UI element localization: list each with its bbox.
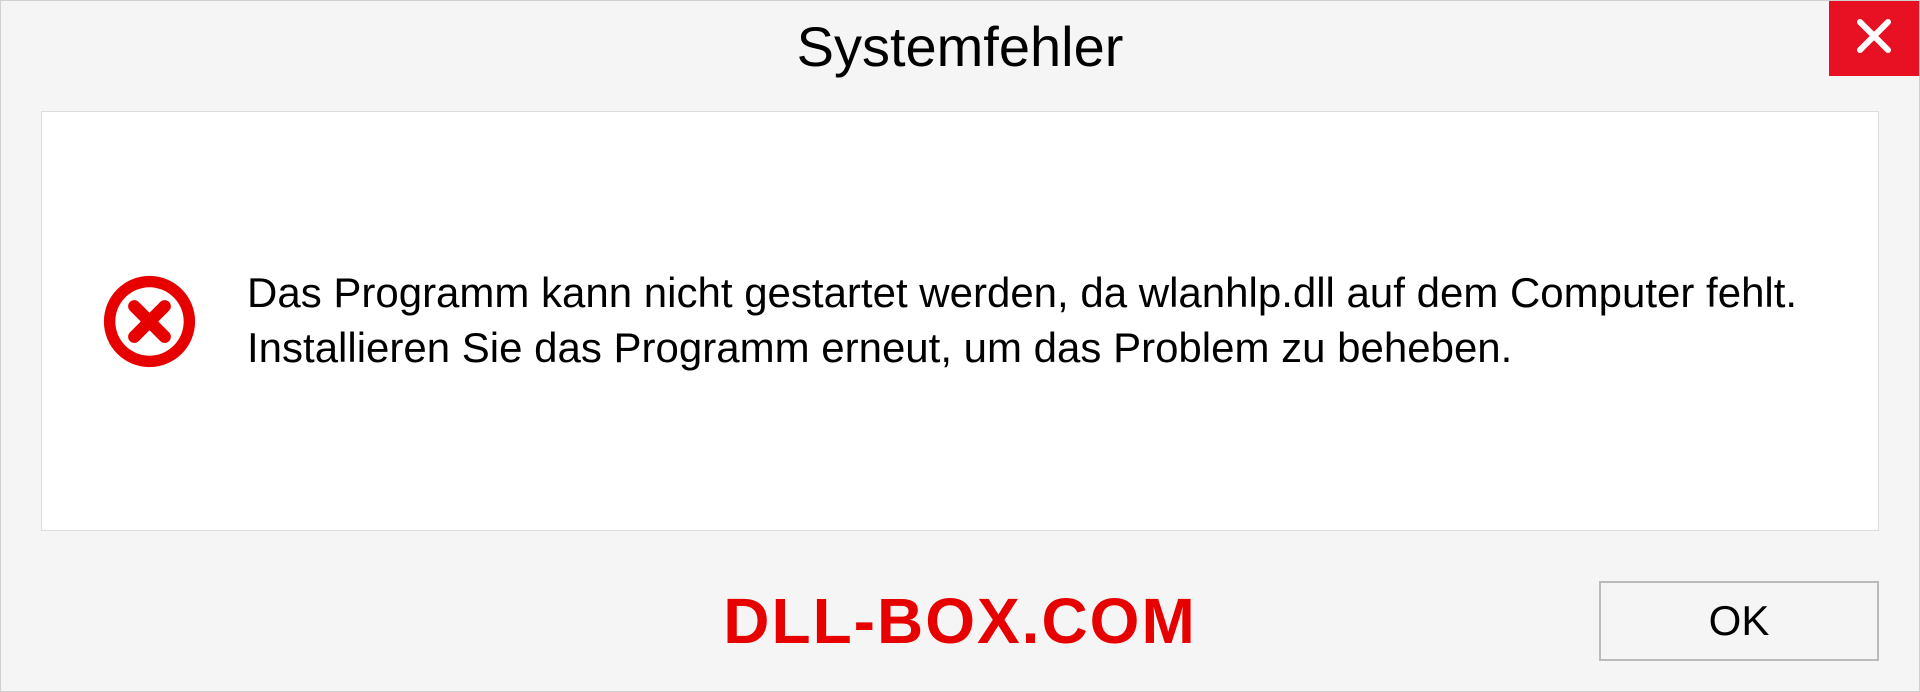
close-button[interactable]	[1829, 1, 1919, 76]
error-dialog: Systemfehler Das Programm kann nicht ges…	[0, 0, 1920, 692]
dialog-body: Das Programm kann nicht gestartet werden…	[1, 91, 1919, 551]
dialog-footer: DLL-BOX.COM OK	[1, 551, 1919, 691]
error-icon	[102, 274, 197, 369]
close-icon	[1854, 16, 1894, 61]
error-message: Das Programm kann nicht gestartet werden…	[247, 266, 1818, 375]
ok-button[interactable]: OK	[1599, 581, 1879, 661]
titlebar: Systemfehler	[1, 1, 1919, 91]
message-panel: Das Programm kann nicht gestartet werden…	[41, 111, 1879, 531]
watermark-text: DLL-BOX.COM	[723, 584, 1197, 658]
dialog-title: Systemfehler	[797, 14, 1124, 79]
